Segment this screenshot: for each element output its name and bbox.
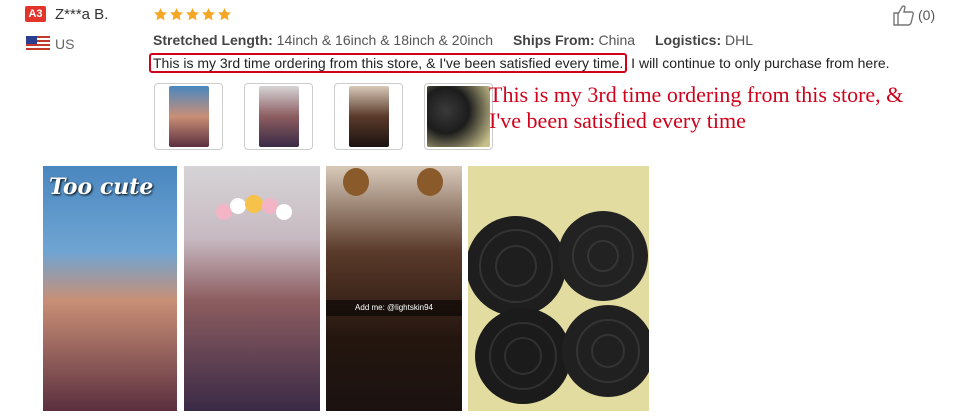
star-icon	[202, 7, 215, 21]
us-flag-icon	[26, 36, 50, 50]
star-icon	[170, 7, 183, 21]
review-photo-1[interactable]: Too cute	[43, 166, 177, 411]
attribute-stretched-length: Stretched Length: 14inch & 16inch & 18in…	[153, 32, 494, 48]
highlight-callout: This is my 3rd time ordering from this s…	[489, 82, 904, 133]
review-photo-thumb-3[interactable]	[334, 83, 403, 150]
star-icon	[186, 7, 199, 21]
flower-crown-icon	[216, 195, 292, 220]
reviewer-level-badge: A3	[25, 6, 46, 22]
rating-stars	[153, 7, 232, 24]
helpful-button[interactable]: (0)	[892, 4, 935, 26]
review-photo-3[interactable]: Add me: @lightskin94	[326, 166, 462, 411]
review-text-rest: I will continue to only purchase from he…	[627, 55, 890, 71]
helpful-count: (0)	[918, 7, 936, 23]
star-icon	[154, 7, 167, 21]
star-icon	[218, 7, 231, 21]
review-thumbnails	[154, 83, 493, 150]
review-photo-thumb-1[interactable]	[154, 83, 223, 150]
review-text: This is my 3rd time ordering from this s…	[149, 53, 890, 73]
attribute-ships-from: Ships From: China	[512, 32, 636, 48]
dog-ears-icon	[343, 168, 443, 196]
highlighted-review-text: This is my 3rd time ordering from this s…	[149, 53, 628, 73]
thumbs-up-icon	[893, 5, 914, 26]
hair-bundles-image	[468, 166, 649, 411]
review-photo-2[interactable]	[184, 166, 320, 411]
photo-overlay-text: Too cute	[49, 174, 154, 200]
reviewer-name: Z***a B.	[55, 6, 109, 23]
reviewer-country: US	[55, 36, 75, 52]
review-photo-thumb-2[interactable]	[244, 83, 313, 150]
review-photo-thumb-4[interactable]	[424, 83, 493, 150]
attribute-logistics: Logistics: DHL	[654, 32, 754, 48]
review-attributes: Stretched Length: 14inch & 16inch & 18in…	[153, 32, 769, 48]
review-photo-4[interactable]	[468, 166, 649, 411]
photo-caption: Add me: @lightskin94	[355, 303, 433, 312]
